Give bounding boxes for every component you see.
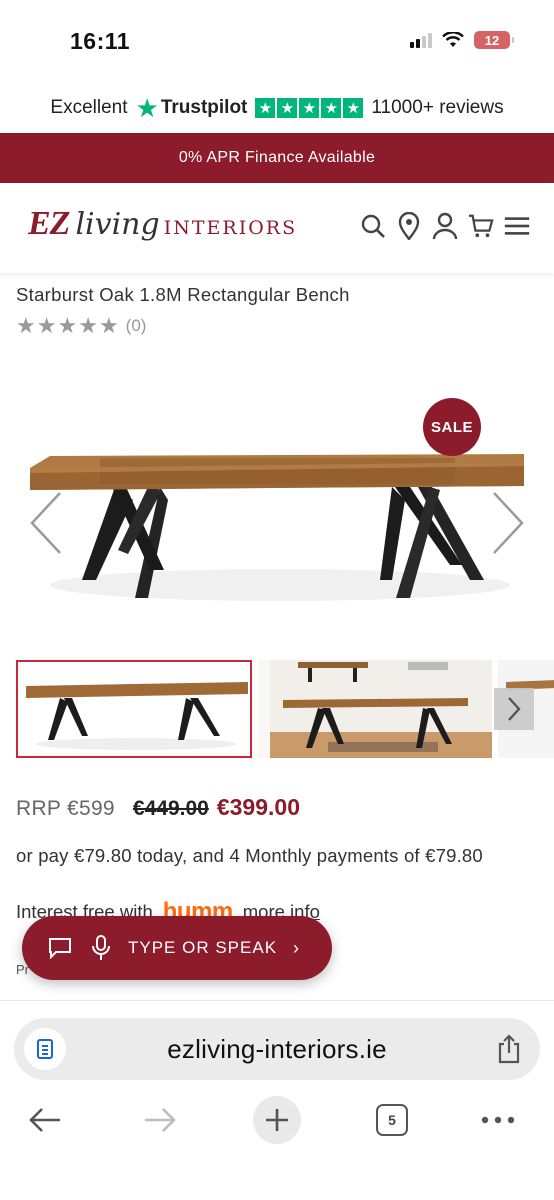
header-icons [360,211,530,241]
site-logo[interactable]: EZ living INTERIORS [28,205,297,243]
wifi-icon [442,32,464,47]
arrow-left-icon [29,1108,60,1132]
trustpilot-star-icon: ★ [135,93,159,123]
cart-icon[interactable] [468,211,494,241]
rating-star-icon: ★ [36,313,57,338]
logo-living: living [75,207,160,242]
rrp-price: RRP €599 [16,797,115,820]
chat-bubble-icon [49,938,71,959]
location-pin-icon[interactable] [396,211,422,241]
share-icon[interactable] [496,1034,522,1064]
account-icon[interactable] [432,211,458,241]
product-title: Starburst Oak 1.8M Rectangular Bench [16,284,350,305]
rating-star-icon: ★ [57,313,78,338]
rating-count: (0) [125,316,147,335]
price-block: RRP €599 €449.00 €399.00 [16,794,300,821]
status-bar: 16:11 12 [0,0,554,84]
more-dots-icon [481,1116,515,1124]
trustpilot-brand: Trustpilot [160,97,248,118]
thumbnail-strip [16,660,554,760]
type-or-speak-button[interactable]: TYPE OR SPEAK › [22,916,332,980]
chevron-right-icon[interactable] [488,490,528,556]
instalment-text: or pay €79.80 today, and 4 Monthly payme… [16,845,483,866]
thumbnail-2[interactable] [258,660,492,758]
battery-icon: 12 [474,31,514,49]
plus-icon [253,1096,301,1144]
logo-ez: EZ [28,205,70,242]
forward-button[interactable] [132,1090,188,1150]
trust-rating-label: Excellent [50,97,128,118]
rating-star-icon: ★ [78,313,98,338]
trustpilot-stars: ★ ★ ★ ★ ★ [255,98,364,118]
rating-star-icon: ★ [16,313,36,338]
new-tab-button[interactable] [249,1090,305,1150]
finance-banner-text: 0% APR Finance Available [178,149,376,166]
logo-interiors: INTERIORS [163,217,298,239]
clock: 16:11 [70,28,131,54]
url-text: ezliving-interiors.ie [167,1033,387,1064]
type-or-speak-label: TYPE OR SPEAK [128,938,278,957]
chevron-left-icon[interactable] [26,490,66,556]
finance-banner[interactable]: 0% APR Finance Available [0,133,554,183]
browser-nav: 5 [0,1090,554,1150]
sale-price: €399.00 [216,794,300,820]
star-icon: ★ [255,98,276,118]
thumbnail-1[interactable] [16,660,252,758]
page-info-icon[interactable] [24,1028,66,1070]
product-rating[interactable]: ★ ★ ★ ★ ★ (0) [16,313,146,339]
trustpilot-logo: ★ Trustpilot [136,95,248,121]
cellular-signal-icon [410,32,432,48]
microphone-icon [92,935,110,960]
status-icons: 12 [410,31,514,49]
more-options-button[interactable] [470,1090,526,1150]
search-icon[interactable] [360,211,386,241]
chevron-right-icon [508,697,521,721]
star-icon: ★ [277,98,298,118]
battery-level: 12 [484,32,500,48]
star-icon: ★ [299,98,320,118]
rating-star-icon: ★ [98,313,119,338]
back-button[interactable] [17,1090,73,1150]
chevron-right-icon: › [293,937,300,958]
arrow-right-icon [145,1108,176,1132]
trustpilot-bar[interactable]: Excellent ★ Trustpilot ★ ★ ★ ★ ★ 11000+ revi… [0,88,554,128]
site-header: EZ living INTERIORS [0,183,554,273]
tab-count: 5 [376,1104,408,1136]
address-bar[interactable]: ezliving-interiors.ie [14,1018,540,1080]
tabs-button[interactable]: 5 [364,1090,420,1150]
menu-icon[interactable] [504,211,530,241]
product-main-image[interactable] [0,340,554,650]
star-icon: ★ [321,98,342,118]
sale-badge: SALE [423,398,481,456]
thumbnail-next-button[interactable] [494,688,534,730]
review-count: 11000+ reviews [371,97,504,118]
star-icon: ★ [343,98,364,118]
was-price: €449.00 [132,797,209,820]
